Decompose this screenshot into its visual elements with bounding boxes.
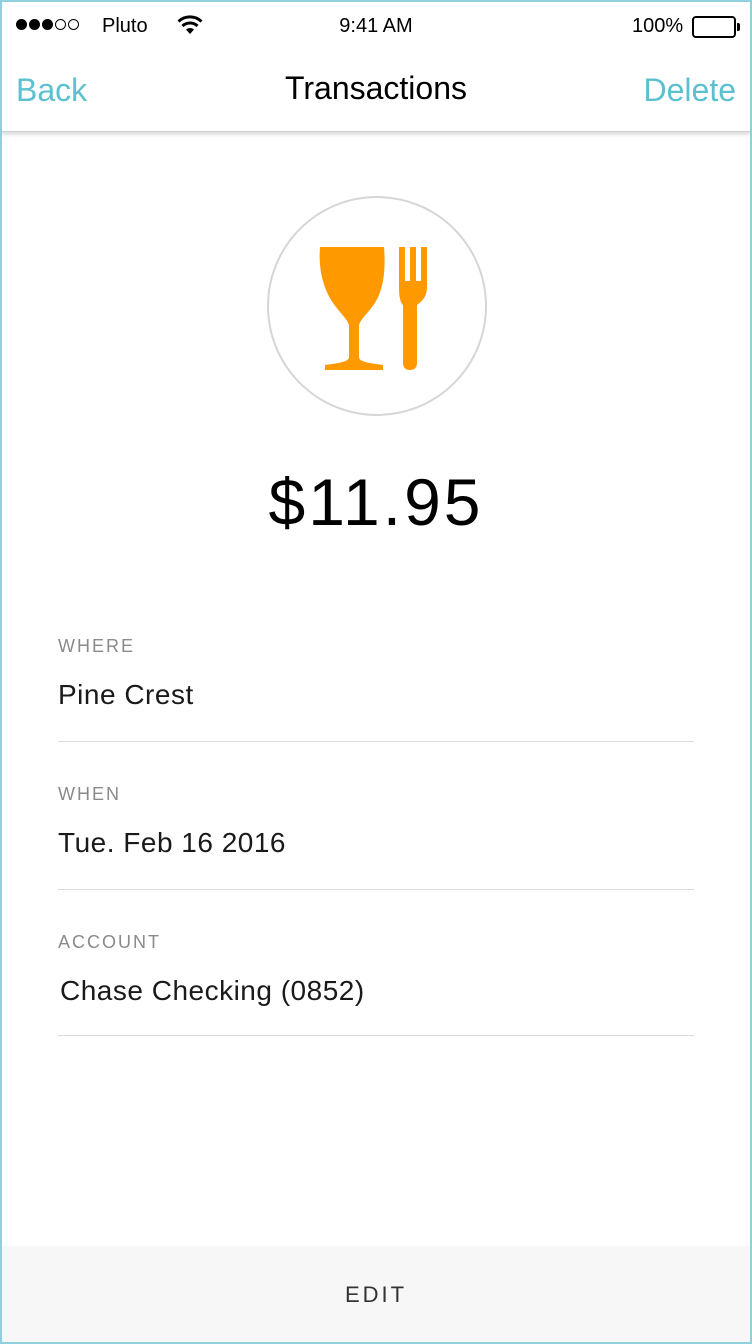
food-drink-icon — [319, 247, 427, 370]
category-icon-circle — [267, 196, 487, 416]
when-field[interactable]: WHEN Tue. Feb 16 2016 — [58, 784, 694, 890]
where-field[interactable]: WHERE Pine Crest — [58, 636, 694, 742]
page-title: Transactions — [285, 70, 467, 106]
delete-button[interactable]: Delete — [644, 72, 737, 109]
battery-percent: 100% — [632, 15, 684, 37]
transaction-amount: $11.95 — [268, 465, 484, 539]
account-label: ACCOUNT — [58, 932, 161, 952]
account-field[interactable]: ACCOUNT Chase Checking (0852) — [58, 932, 694, 1036]
status-bar: Pluto 9:41 AM 100% — [2, 2, 750, 52]
edit-button[interactable]: EDIT — [2, 1246, 750, 1342]
when-value: Tue. Feb 16 2016 — [58, 827, 287, 858]
when-label: WHEN — [58, 784, 121, 804]
navigation-bar: Back Transactions Delete — [2, 52, 750, 132]
where-value: Pine Crest — [58, 679, 194, 710]
where-label: WHERE — [58, 636, 135, 656]
account-value: Chase Checking (0852) — [60, 975, 365, 1006]
transaction-detail-screen: Pluto 9:41 AM 100% Back Transactions Del… — [0, 0, 752, 1344]
edit-label: EDIT — [344, 1282, 408, 1307]
battery-icon — [692, 16, 740, 38]
